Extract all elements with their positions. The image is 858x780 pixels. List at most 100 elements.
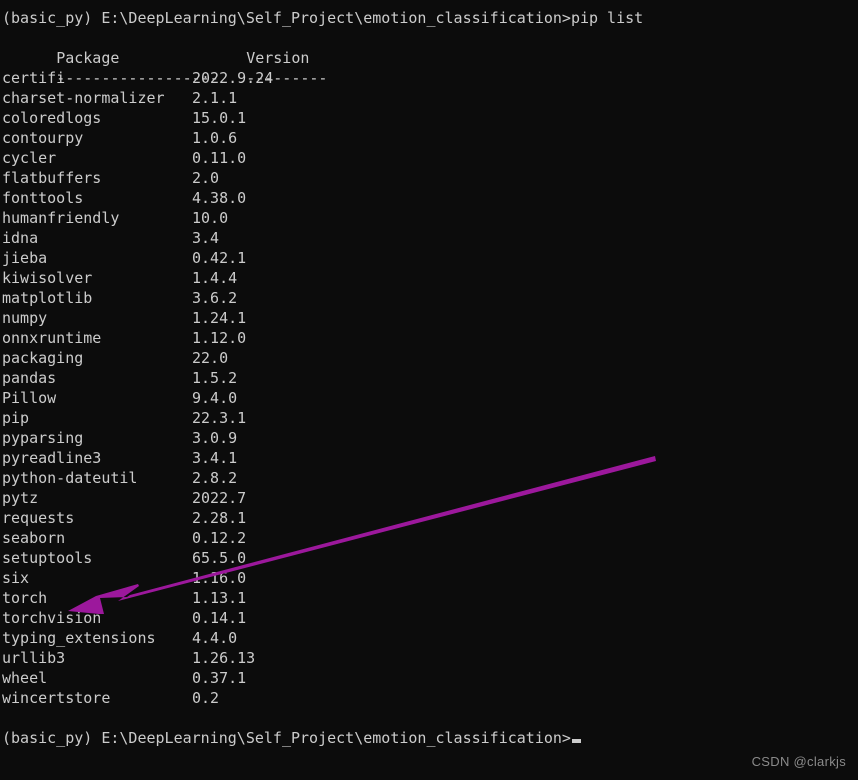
package-row: jieba 0.42.1: [0, 248, 858, 268]
package-name: cycler: [2, 149, 57, 167]
column-header-version: Version: [246, 49, 310, 67]
package-row: idna 3.4: [0, 228, 858, 248]
package-version: 0.12.2: [192, 529, 247, 547]
package-row: charset-normalizer 2.1.1: [0, 88, 858, 108]
package-name: jieba: [2, 249, 48, 267]
package-version: 0.11.0: [192, 149, 247, 167]
package-name: wheel: [2, 669, 48, 687]
package-row: fonttools 4.38.0: [0, 188, 858, 208]
command-prompt-line: (basic_py) E:\DeepLearning\Self_Project\…: [2, 9, 644, 27]
package-version: 1.0.6: [192, 129, 238, 147]
package-name: contourpy: [2, 129, 84, 147]
package-row: setuptools 65.5.0: [0, 548, 858, 568]
package-version: 1.4.4: [192, 269, 238, 287]
package-version: 15.0.1: [192, 109, 247, 127]
package-version: 4.4.0: [192, 629, 238, 647]
package-row: certifi 2022.9.24: [0, 68, 858, 88]
package-name: pip: [2, 409, 30, 427]
package-version: 3.4: [192, 229, 220, 247]
package-row: cycler 0.11.0: [0, 148, 858, 168]
package-name: onnxruntime: [2, 329, 102, 347]
package-name: requests: [2, 509, 75, 527]
package-version: 1.13.1: [192, 589, 247, 607]
package-name: python-dateutil: [2, 469, 138, 487]
package-name: torchvision: [2, 609, 102, 627]
package-version: 3.6.2: [192, 289, 238, 307]
package-name: Pillow: [2, 389, 57, 407]
package-name: flatbuffers: [2, 169, 102, 187]
package-name: coloredlogs: [2, 109, 102, 127]
package-row: pyparsing 3.0.9: [0, 428, 858, 448]
package-name: pytz: [2, 489, 39, 507]
package-version: 2.28.1: [192, 509, 247, 527]
package-name: setuptools: [2, 549, 93, 567]
package-name: humanfriendly: [2, 209, 120, 227]
package-row: torchvision 0.14.1: [0, 608, 858, 628]
package-name: pandas: [2, 369, 57, 387]
package-version: 2022.7: [192, 489, 247, 507]
terminal-output: (basic_py) E:\DeepLearning\Self_Project\…: [0, 8, 858, 748]
package-row: six 1.16.0: [0, 568, 858, 588]
package-name: wincertstore: [2, 689, 111, 707]
package-name: fonttools: [2, 189, 84, 207]
final-prompt-line[interactable]: (basic_py) E:\DeepLearning\Self_Project\…: [0, 728, 858, 748]
package-row: requests 2.28.1: [0, 508, 858, 528]
package-version: 2.1.1: [192, 89, 238, 107]
package-version: 10.0: [192, 209, 229, 227]
package-row: packaging 22.0: [0, 348, 858, 368]
package-version: 2.8.2: [192, 469, 238, 487]
package-row: wincertstore 0.2: [0, 688, 858, 708]
package-row: pandas 1.5.2: [0, 368, 858, 388]
package-name: pyparsing: [2, 429, 84, 447]
package-version: 1.16.0: [192, 569, 247, 587]
package-version: 0.2: [192, 689, 220, 707]
package-name: matplotlib: [2, 289, 93, 307]
package-version: 0.14.1: [192, 609, 247, 627]
package-name: packaging: [2, 349, 84, 367]
package-version: 1.26.13: [192, 649, 256, 667]
text-cursor: [571, 739, 581, 743]
package-name: certifi: [2, 69, 66, 87]
package-row: kiwisolver 1.4.4: [0, 268, 858, 288]
package-row: matplotlib 3.6.2: [0, 288, 858, 308]
column-header-package: Package: [56, 49, 120, 67]
package-version: 9.4.0: [192, 389, 238, 407]
package-version: 65.5.0: [192, 549, 247, 567]
package-version: 0.42.1: [192, 249, 247, 267]
package-row: pytz 2022.7: [0, 488, 858, 508]
package-version: 2.0: [192, 169, 220, 187]
package-list: certifi 2022.9.24 charset-normalizer 2.1.1 c…: [0, 68, 858, 708]
package-name: charset-normalizer: [2, 89, 165, 107]
package-version: 0.37.1: [192, 669, 247, 687]
package-row: coloredlogs 15.0.1: [0, 108, 858, 128]
package-name: seaborn: [2, 529, 66, 547]
package-row: torch 1.13.1: [0, 588, 858, 608]
package-version: 22.0: [192, 349, 229, 367]
package-row: python-dateutil 2.8.2: [0, 468, 858, 488]
package-row: typing_extensions 4.4.0: [0, 628, 858, 648]
package-row: humanfriendly 10.0: [0, 208, 858, 228]
package-name: urllib3: [2, 649, 66, 667]
package-version: 4.38.0: [192, 189, 247, 207]
package-row: Pillow 9.4.0: [0, 388, 858, 408]
package-row: numpy 1.24.1: [0, 308, 858, 328]
prompt-text: (basic_py) E:\DeepLearning\Self_Project\…: [2, 729, 571, 747]
package-version: 2022.9.24: [192, 69, 274, 87]
package-version: 1.24.1: [192, 309, 247, 327]
package-row: seaborn 0.12.2: [0, 528, 858, 548]
package-row: pyreadline3 3.4.1: [0, 448, 858, 468]
package-version: 1.12.0: [192, 329, 247, 347]
package-name: numpy: [2, 309, 48, 327]
package-name: six: [2, 569, 30, 587]
package-row: flatbuffers 2.0: [0, 168, 858, 188]
package-row: onnxruntime 1.12.0: [0, 328, 858, 348]
package-version: 1.5.2: [192, 369, 238, 387]
package-version: 22.3.1: [192, 409, 247, 427]
package-table-header: Package Version: [0, 28, 858, 67]
package-version: 3.0.9: [192, 429, 238, 447]
package-row: urllib3 1.26.13: [0, 648, 858, 668]
terminal-window[interactable]: (basic_py) E:\DeepLearning\Self_Project\…: [0, 0, 858, 780]
package-row: contourpy 1.0.6: [0, 128, 858, 148]
package-name: typing_extensions: [2, 629, 156, 647]
